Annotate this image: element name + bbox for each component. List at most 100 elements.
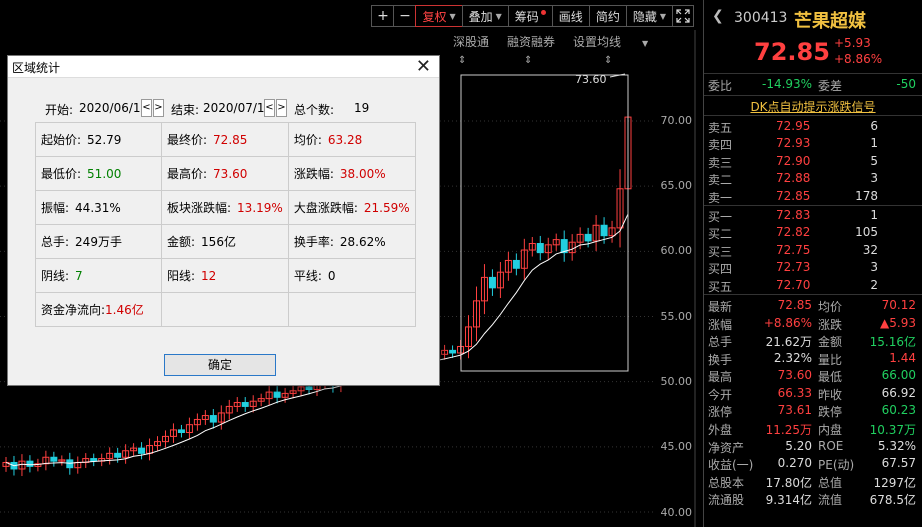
stat-value: 10.37万 — [869, 423, 916, 438]
orderbook-row[interactable]: 卖四 72.93 1 — [704, 135, 922, 152]
chevron-left-icon[interactable]: ❮ — [712, 8, 724, 24]
stat-label: 总值 — [818, 475, 843, 490]
candle-body — [536, 243, 544, 254]
orderbook-row[interactable]: 买一 72.83 1 — [704, 207, 922, 224]
candle-body — [50, 456, 58, 462]
stats-cell: 总手: 249万手 — [35, 224, 162, 259]
ok-button[interactable]: 确定 — [164, 354, 276, 376]
start-prev-button[interactable]: < — [141, 99, 152, 117]
chips-button[interactable]: 筹码 — [507, 5, 552, 27]
end-prev-button[interactable]: < — [264, 99, 275, 117]
orderbook-row[interactable]: 卖二 72.88 3 — [704, 170, 922, 187]
region-handle-icon[interactable]: ⇕ — [524, 55, 532, 66]
stat-label: 总手 — [708, 335, 733, 350]
close-icon[interactable]: ✕ — [416, 56, 431, 77]
chevron-down-icon: ▼ — [449, 11, 456, 21]
orderbook-row[interactable]: 买三 72.75 32 — [704, 242, 922, 259]
price-change: +5.93 — [834, 36, 871, 50]
stats-cell-label: 大盘涨跌幅: — [293, 201, 358, 215]
stats-row: 起始价: 52.79 最终价: 72.85 均价: 63.28 — [35, 122, 416, 157]
stats-cell-label: 平线: — [293, 269, 322, 283]
count-value: 19 — [354, 101, 370, 115]
stat-value: 73.61 — [777, 403, 812, 418]
stat-value: 9.314亿 — [765, 493, 812, 508]
stat-label: ROE — [818, 438, 844, 453]
y-tick-label: 60.00 — [660, 244, 693, 257]
selection-region[interactable] — [460, 74, 629, 372]
orderbook-row[interactable]: 买四 72.73 3 — [704, 259, 922, 276]
date-range-row: 开始: 2020/06/12 < > 结束: 2020/07/10 < > 总个… — [8, 99, 439, 119]
stats-cell: 最低价: 51.00 — [35, 156, 162, 191]
stat-label: 均价 — [818, 299, 843, 314]
end-next-button[interactable]: > — [276, 99, 287, 117]
stats-cell-value: 73.60 — [213, 167, 248, 181]
dk-signal-link[interactable]: DK点自动提示涨跌信号 — [704, 96, 922, 116]
last-price: 72.85 — [754, 38, 830, 66]
stats-cell-empty — [161, 292, 289, 327]
weibi-value: -14.93% — [762, 77, 813, 91]
chevron-down-icon: ▼ — [495, 11, 502, 21]
stats-row: 资金净流向:1.46亿 — [35, 292, 416, 327]
y-tick-label: 65.00 — [660, 179, 693, 192]
stat-row: 流通股 9.314亿 流值 678.5亿 — [704, 490, 922, 508]
orderbook-price: 72.83 — [776, 207, 811, 222]
stats-cell: 最高价: 73.60 — [161, 156, 289, 191]
fuquan-button[interactable]: 复权 ▼ — [415, 5, 462, 27]
zoom-out-button[interactable]: − — [393, 5, 416, 27]
orderbook-row[interactable]: 卖三 72.90 5 — [704, 153, 922, 170]
region-handle-icon[interactable]: ⇕ — [458, 55, 466, 66]
zoom-in-button[interactable]: + — [371, 5, 394, 27]
orderbook-row[interactable]: 买二 72.82 105 — [704, 224, 922, 241]
stats-cell-label: 板块涨跌幅: — [167, 201, 232, 215]
stat-value: 5.20 — [785, 438, 812, 453]
start-next-button[interactable]: > — [153, 99, 164, 117]
rongzi-link[interactable]: 融资融券 — [507, 33, 555, 50]
stats-cell-value: 13.19% — [237, 201, 283, 215]
orderbook-volume: 105 — [855, 225, 878, 240]
orderbook-level-label: 买四 — [708, 262, 733, 277]
stat-value: 67.57 — [881, 456, 916, 471]
hide-button[interactable]: 隐藏 ▼ — [625, 5, 672, 27]
stats-cell: 金额: 156亿 — [161, 224, 289, 259]
weibi-row: 委比 -14.93% 委差 -50 — [704, 74, 922, 96]
ask-book: 卖五 72.95 6 卖四 72.93 1 卖三 72.90 5 卖二 72.88 3 卖一 72.85 1… — [704, 116, 922, 205]
stat-label: 昨收 — [818, 387, 843, 402]
expand-button[interactable] — [672, 5, 694, 27]
stat-row: 最高 73.60 最低 66.00 — [704, 367, 922, 385]
shengutong-link[interactable]: 深股通 — [453, 33, 489, 50]
orderbook-row[interactable]: 卖一 72.85 178 — [704, 188, 922, 205]
region-handle-icon[interactable]: ⇕ — [604, 55, 612, 66]
stat-label: 流值 — [818, 493, 843, 508]
quote-header: ❮ 300413 芒果超媒 — [704, 0, 922, 40]
notification-dot — [540, 9, 546, 15]
stat-label: 外盘 — [708, 423, 733, 438]
stat-value: 66.92 — [881, 385, 916, 400]
overlay-button[interactable]: 叠加 ▼ — [461, 5, 508, 27]
orderbook-price: 72.93 — [776, 136, 811, 151]
orderbook-row[interactable]: 卖五 72.95 6 — [704, 118, 922, 135]
start-label: 开始: — [45, 103, 74, 117]
stats-cell-label: 涨跌幅: — [293, 167, 334, 181]
simple-button[interactable]: 简约 — [588, 5, 626, 27]
stat-row: 换手 2.32% 量比 1.44 — [704, 350, 922, 368]
orderbook-price: 72.85 — [776, 188, 811, 203]
orderbook-volume: 3 — [870, 171, 878, 186]
weibi-label: 委比 — [708, 79, 733, 93]
ma-settings-link[interactable]: 设置均线 ▼ — [573, 33, 666, 50]
bid-book: 买一 72.83 1 买二 72.82 105 买三 72.75 32 买四 72.73 3 买五 72.… — [704, 206, 922, 294]
stat-value: 66.33 — [777, 385, 812, 400]
stats-cell-label: 最终价: — [167, 133, 208, 147]
orderbook-row[interactable]: 买五 72.70 2 — [704, 277, 922, 294]
orderbook-volume: 2 — [870, 277, 878, 292]
ma-settings-label: 设置均线 — [573, 35, 622, 49]
orderbook-level-label: 卖四 — [708, 138, 733, 153]
chevron-down-icon: ▼ — [659, 11, 666, 21]
orderbook-price: 72.95 — [776, 119, 811, 133]
stat-value: 66.00 — [881, 368, 916, 383]
stats-cell-value: 52.79 — [87, 133, 122, 147]
stat-label: 今开 — [708, 387, 733, 402]
candle-body — [512, 259, 520, 269]
candle-body — [273, 391, 281, 398]
orderbook-volume: 6 — [870, 119, 878, 133]
draw-line-button[interactable]: 画线 — [551, 5, 589, 27]
